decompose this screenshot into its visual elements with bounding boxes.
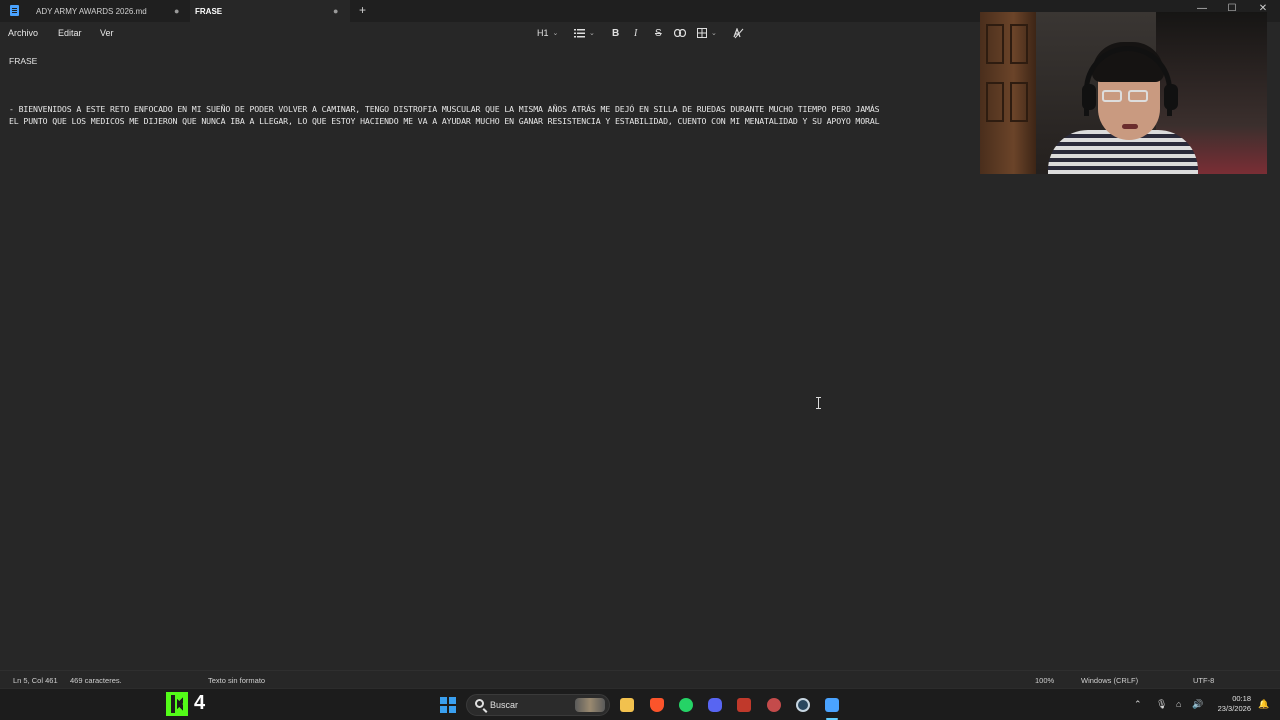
- microphone-icon[interactable]: 🎙: [1156, 699, 1167, 710]
- new-tab-button[interactable]: +: [359, 3, 366, 17]
- search-highlight-icon: [575, 698, 605, 712]
- list-icon: [574, 28, 585, 37]
- system-clock[interactable]: 00:18 23/3/2026: [1213, 694, 1251, 714]
- tab-ady-army-awards[interactable]: ADY ARMY AWARDS 2026.md ●: [30, 0, 190, 22]
- heading-label: H1: [537, 28, 549, 38]
- notifications-icon[interactable]: 🔔: [1258, 699, 1269, 710]
- brave-icon[interactable]: [650, 698, 664, 712]
- kick-counter: 4: [194, 692, 206, 714]
- heading-dropdown[interactable]: H1 ⌄: [537, 26, 558, 40]
- tab-label: ADY ARMY AWARDS 2026.md: [36, 6, 147, 16]
- taskbar: 4 Buscar ⌃ 🎙 ⌂ 🔊 00:18 23/3/2026 🔔: [0, 688, 1280, 720]
- webcam-overlay: [980, 12, 1267, 174]
- table-icon: [697, 28, 707, 38]
- network-icon[interactable]: ⌂: [1176, 699, 1181, 709]
- list-dropdown[interactable]: ⌄: [574, 26, 595, 40]
- start-button[interactable]: [440, 697, 456, 713]
- unsaved-dot-icon: ●: [333, 6, 339, 16]
- clock-time: 00:18: [1232, 694, 1251, 703]
- format-toggle-button[interactable]: [733, 26, 744, 40]
- app-icon[interactable]: [767, 698, 781, 712]
- link-button[interactable]: [674, 26, 686, 40]
- volume-icon[interactable]: 🔊: [1192, 699, 1203, 710]
- tab-frase[interactable]: FRASE ●: [190, 0, 350, 22]
- webcam-background-door: [980, 12, 1036, 174]
- steam-icon[interactable]: [796, 698, 810, 712]
- chevron-down-icon: ⌄: [552, 30, 559, 37]
- character-count: 469 caracteres.: [70, 676, 122, 685]
- menu-ver[interactable]: Ver: [100, 28, 114, 38]
- video-editor-icon[interactable]: [737, 698, 751, 712]
- zoom-level[interactable]: 100%: [1035, 676, 1054, 685]
- clock-date: 23/3/2026: [1217, 704, 1251, 713]
- encoding[interactable]: UTF-8: [1193, 676, 1214, 685]
- strikethrough-button[interactable]: S: [655, 26, 662, 40]
- discord-icon[interactable]: [708, 698, 722, 712]
- unsaved-dot-icon: ●: [174, 6, 180, 16]
- format-mode[interactable]: Texto sin formato: [208, 676, 265, 685]
- menu-archivo[interactable]: Archivo: [8, 28, 38, 38]
- line-ending[interactable]: Windows (CRLF): [1081, 676, 1138, 685]
- document-heading: FRASE: [9, 56, 38, 66]
- tab-label: FRASE: [195, 6, 223, 16]
- bold-button[interactable]: B: [612, 26, 619, 40]
- whatsapp-icon[interactable]: [679, 698, 693, 712]
- search-icon: [475, 699, 484, 708]
- chevron-down-icon: ⌄: [589, 30, 595, 37]
- text-line: - BIENVENIDOS A ESTE RETO ENFOCADO EN MI…: [9, 104, 880, 114]
- clear-formatting-icon: [733, 27, 744, 38]
- table-dropdown[interactable]: ⌄: [697, 26, 717, 40]
- menu-editar[interactable]: Editar: [58, 28, 82, 38]
- file-explorer-icon[interactable]: [620, 698, 634, 712]
- taskbar-search[interactable]: Buscar: [466, 694, 610, 716]
- italic-button[interactable]: I: [634, 26, 637, 40]
- notepad-icon[interactable]: [825, 698, 839, 712]
- link-icon: [674, 29, 686, 37]
- status-bar: Ln 5, Col 461 469 caracteres. Texto sin …: [0, 670, 1280, 688]
- text-line: EL PUNTO QUE LOS MEDICOS ME DIJERON QUE …: [9, 116, 880, 126]
- chevron-down-icon: ⌄: [711, 30, 717, 37]
- text-cursor-icon: [816, 397, 822, 409]
- kick-logo-icon: [166, 692, 188, 716]
- notepad-app-icon: [10, 5, 19, 16]
- search-label: Buscar: [490, 700, 519, 710]
- cursor-position: Ln 5, Col 461: [13, 676, 58, 685]
- chevron-up-icon[interactable]: ⌃: [1134, 699, 1142, 710]
